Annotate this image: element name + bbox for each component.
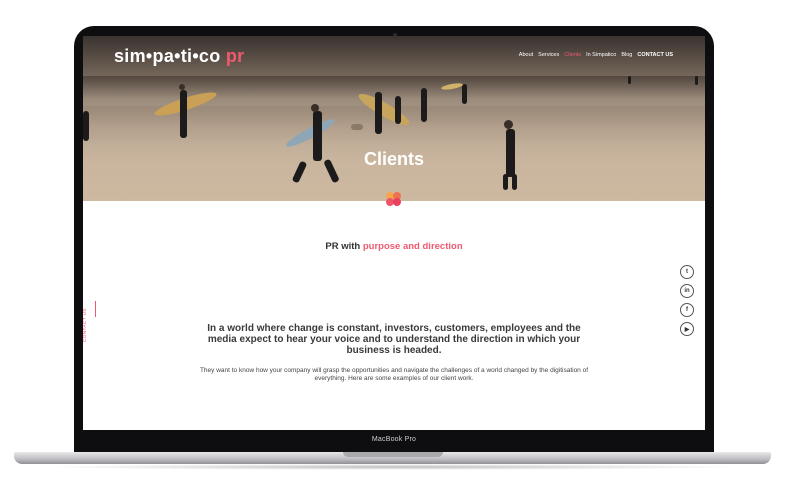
surfer-figure	[180, 90, 187, 138]
nav-in-simpatico[interactable]: In Simpatico	[586, 52, 616, 58]
surfer-figure	[83, 111, 89, 141]
logo-text: sim•pa•ti•co	[114, 46, 221, 66]
main-nav: About Services Clients In Simpatico Blog…	[519, 52, 673, 58]
device-label: MacBook Pro	[371, 436, 417, 443]
site-logo[interactable]: sim•pa•ti•co pr	[114, 46, 244, 67]
hero-sea	[83, 76, 705, 98]
nav-clients[interactable]: Clients	[564, 52, 581, 58]
laptop-shadow	[40, 464, 745, 470]
social-links: t in f ▶	[680, 265, 694, 336]
surfer-head	[311, 104, 319, 112]
nav-about[interactable]: About	[519, 52, 533, 58]
tagline-prefix: PR with	[325, 241, 361, 252]
browser-screen: sim•pa•ti•co pr About Services Clients I…	[83, 36, 705, 430]
surfer-leg	[512, 174, 517, 190]
tagline-highlight: purpose and direction	[362, 241, 463, 252]
surfer-figure	[395, 96, 401, 124]
surfer-leg	[503, 174, 508, 190]
surfer-figure	[462, 84, 467, 104]
youtube-icon[interactable]: ▶	[680, 322, 694, 336]
page-title: Clients	[363, 149, 424, 169]
surfer-figure	[695, 76, 698, 85]
intro-heading: In a world where change is constant, inv…	[207, 323, 581, 356]
surfer-head	[504, 120, 513, 129]
hearts-icon	[386, 192, 402, 208]
nav-services[interactable]: Services	[538, 52, 559, 58]
tagline: PR with purpose and direction	[83, 241, 705, 252]
nav-contact-us[interactable]: CONTACT US	[637, 52, 673, 58]
facebook-icon[interactable]: f	[680, 303, 694, 317]
surfer-head	[179, 84, 185, 90]
twitter-icon[interactable]: t	[680, 265, 694, 279]
dog	[351, 124, 363, 130]
logo-accent: pr	[225, 46, 245, 66]
surfer-figure	[375, 92, 382, 134]
nav-blog[interactable]: Blog	[621, 52, 632, 58]
side-contact-link[interactable]: CONTACT US	[83, 302, 123, 342]
intro-paragraph: They want to know how your company will …	[199, 367, 589, 382]
hero-banner: sim•pa•ti•co pr About Services Clients I…	[83, 36, 705, 201]
surfer-figure	[421, 88, 427, 122]
surfer-figure	[628, 76, 631, 84]
laptop-notch	[343, 452, 443, 457]
linkedin-icon[interactable]: in	[680, 284, 694, 298]
